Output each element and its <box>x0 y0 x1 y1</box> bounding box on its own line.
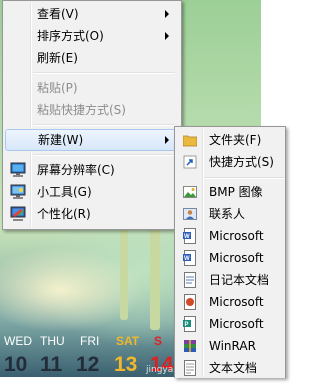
new-folder-item[interactable]: 文件夹(F) <box>177 129 283 151</box>
new-winrar-item[interactable]: WinRAR <box>177 335 283 357</box>
powerpoint-icon <box>183 294 197 310</box>
calendar-day: FRI <box>80 334 100 348</box>
menu-item-sort-by[interactable]: 排序方式(O) <box>5 25 177 47</box>
menu-item-personalize-label: 个性化(R) <box>37 207 91 221</box>
calendar-date: 10 <box>4 353 28 376</box>
new-publisher-label: Microsoft <box>209 317 264 331</box>
folder-icon <box>182 132 198 148</box>
menu-separator <box>33 72 175 74</box>
menu-item-new-label: 新建(W) <box>38 133 84 147</box>
new-word-doc-item[interactable]: W Microsoft <box>177 225 283 247</box>
menu-item-personalize[interactable]: 个性化(R) <box>5 203 177 225</box>
new-word-doc-item-2[interactable]: W Microsoft <box>177 247 283 269</box>
menu-separator <box>33 154 175 156</box>
new-shortcut-label: 快捷方式(S) <box>209 155 274 169</box>
menu-item-sort-label: 排序方式(O) <box>37 29 104 43</box>
new-contact-item[interactable]: 联系人 <box>177 203 283 225</box>
calendar-date: 12 <box>76 353 100 376</box>
svg-text:W: W <box>184 256 190 262</box>
new-contact-label: 联系人 <box>209 207 246 221</box>
new-bmp-item[interactable]: BMP 图像 <box>177 181 283 203</box>
calendar-day-sat: SAT <box>116 334 140 348</box>
new-word-doc-label: Microsoft <box>209 229 264 243</box>
winrar-icon <box>183 338 197 354</box>
menu-item-gadgets[interactable]: 小工具(G) <box>5 181 177 203</box>
new-journal-item[interactable]: 日记本文档 <box>177 269 283 291</box>
submenu-arrow-icon <box>165 32 169 40</box>
bitmap-icon <box>183 184 197 200</box>
svg-text:W: W <box>184 234 190 240</box>
new-word-doc-label-2: Microsoft <box>209 251 264 265</box>
new-submenu: 文件夹(F) 快捷方式(S) BMP 图像 联系人 W Microsoft W … <box>174 126 286 378</box>
calendar-day: THU <box>40 334 65 348</box>
menu-item-paste-label: 粘贴(P) <box>37 81 78 95</box>
gadgets-icon <box>10 184 26 200</box>
journal-icon <box>183 272 197 288</box>
menu-item-refresh[interactable]: 刷新(E) <box>5 47 177 69</box>
menu-item-paste-shortcut-label: 粘贴快捷方式(S) <box>37 103 126 117</box>
menu-item-screen-resolution[interactable]: 屏幕分辨率(C) <box>5 159 177 181</box>
new-text-doc-item[interactable]: 文本文档 <box>177 357 283 379</box>
menu-item-refresh-label: 刷新(E) <box>37 51 78 65</box>
new-powerpoint-item[interactable]: Microsoft <box>177 291 283 313</box>
word-doc-icon: W <box>183 228 197 244</box>
calendar-date-sat: 13 <box>114 353 138 376</box>
submenu-arrow-icon <box>165 136 169 144</box>
calendar-date: 11 <box>40 353 63 376</box>
text-doc-icon <box>183 360 197 376</box>
new-shortcut-item[interactable]: 快捷方式(S) <box>177 151 283 173</box>
contact-icon <box>183 206 197 222</box>
monitor-icon <box>10 162 26 178</box>
desktop-context-menu: 查看(V) 排序方式(O) 刷新(E) 粘贴(P) 粘贴快捷方式(S) 新建(W… <box>2 0 182 230</box>
calendar-day-sun: S <box>154 334 163 348</box>
new-bmp-label: BMP 图像 <box>209 185 263 199</box>
submenu-arrow-icon <box>165 10 169 18</box>
menu-item-screen-resolution-label: 屏幕分辨率(C) <box>37 163 115 177</box>
new-journal-label: 日记本文档 <box>209 273 270 287</box>
new-publisher-item[interactable]: P Microsoft <box>177 313 283 335</box>
shortcut-icon <box>183 154 197 170</box>
menu-item-paste-shortcut[interactable]: 粘贴快捷方式(S) <box>5 99 177 121</box>
menu-separator <box>33 124 175 126</box>
new-powerpoint-label: Microsoft <box>209 295 264 309</box>
menu-item-gadgets-label: 小工具(G) <box>37 185 92 199</box>
new-winrar-label: WinRAR <box>209 339 256 353</box>
svg-text:P: P <box>185 322 189 328</box>
menu-item-view[interactable]: 查看(V) <box>5 3 177 25</box>
calendar-gadget-days: WED THU FRI SAT S <box>4 334 184 352</box>
menu-item-paste[interactable]: 粘贴(P) <box>5 77 177 99</box>
new-text-doc-label: 文本文档 <box>209 361 258 375</box>
menu-item-new[interactable]: 新建(W) <box>5 129 177 151</box>
personalize-icon <box>10 206 26 222</box>
menu-separator <box>205 177 285 179</box>
new-folder-label: 文件夹(F) <box>209 133 262 147</box>
publisher-icon: P <box>183 316 197 332</box>
calendar-day: WED <box>4 334 32 348</box>
menu-item-view-label: 查看(V) <box>37 7 79 21</box>
word-doc-icon: W <box>183 250 197 266</box>
